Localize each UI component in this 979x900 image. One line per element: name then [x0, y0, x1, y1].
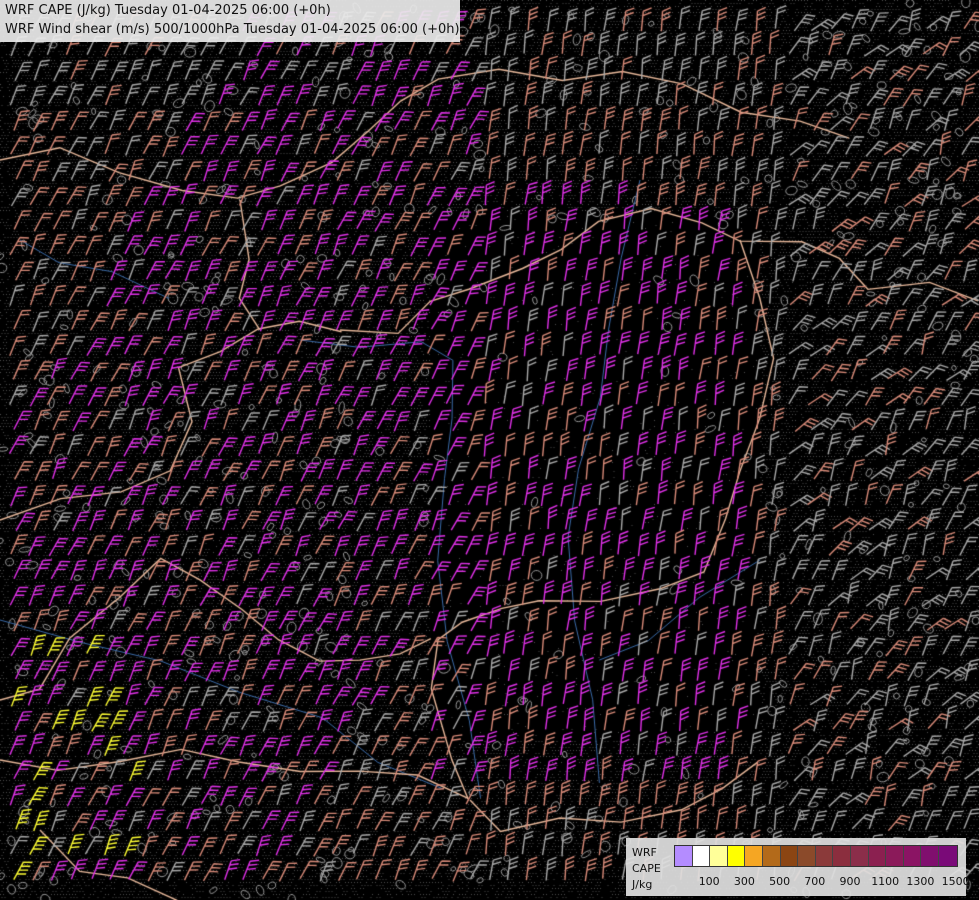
- legend-tick-label: 500: [769, 875, 791, 888]
- legend-swatch: [815, 846, 834, 866]
- legend-swatch: [886, 846, 904, 866]
- legend-swatch: [692, 846, 711, 866]
- legend-swatch: [938, 846, 957, 866]
- cape-title: WRF CAPE (J/kg) Tuesday 01-04-2025 06:00…: [5, 3, 331, 18]
- legend-tick-label: 1100: [871, 875, 900, 888]
- legend-swatch: [798, 846, 816, 866]
- legend-name-wrf: WRF: [632, 846, 657, 859]
- legend-color-scale: [674, 845, 958, 867]
- legend-tick-label: 700: [804, 875, 826, 888]
- weather-map: [0, 0, 979, 900]
- legend-tick-label: 900: [839, 875, 861, 888]
- legend-unit: J/kg: [632, 878, 653, 891]
- cape-legend: WRF CAPE J/kg 100 300 500 700 900 1100 1300 150…: [626, 838, 970, 896]
- legend-swatch: [868, 846, 887, 866]
- wind-shear-title: WRF Wind shear (m/s) 500/1000hPa Tuesday…: [5, 22, 460, 37]
- legend-name-cape: CAPE: [632, 862, 661, 875]
- legend-swatch: [833, 846, 851, 866]
- legend-swatch: [850, 846, 869, 866]
- legend-swatch: [780, 846, 799, 866]
- legend-tick-label: 100: [698, 875, 720, 888]
- map-title: WRF CAPE (J/kg) Tuesday 01-04-2025 06:00…: [0, 0, 460, 42]
- legend-swatch: [710, 846, 728, 866]
- legend-swatch: [675, 846, 693, 866]
- legend-swatch: [903, 846, 922, 866]
- legend-tick-label: 300: [733, 875, 755, 888]
- legend-tick-label: 1300: [906, 875, 935, 888]
- legend-tick-labels: 100 300 500 700 900 1100 1300 1500: [674, 875, 970, 889]
- legend-swatch: [762, 846, 781, 866]
- legend-swatch: [727, 846, 746, 866]
- legend-swatch: [745, 846, 763, 866]
- legend-tick-label: 1500: [941, 875, 970, 888]
- legend-swatch: [921, 846, 939, 866]
